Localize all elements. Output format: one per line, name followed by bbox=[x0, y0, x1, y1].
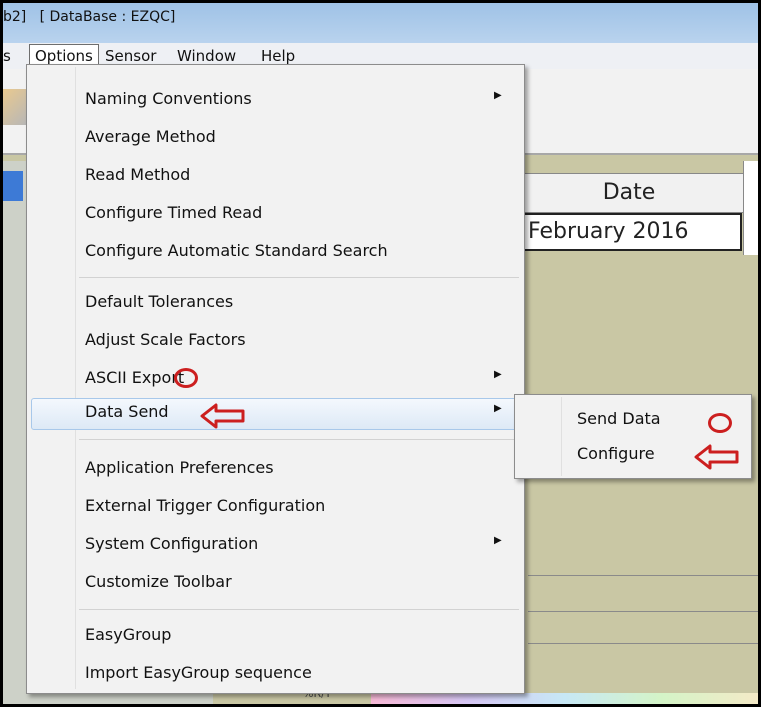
options-menu: Naming Conventions ▶ Average Method Read… bbox=[26, 64, 525, 694]
menu-item-configure-automatic-standard-search[interactable]: Configure Automatic Standard Search bbox=[27, 237, 524, 267]
menu-separator bbox=[79, 439, 519, 440]
annotation-circle-icon bbox=[174, 368, 198, 388]
menu-item-label: Configure bbox=[577, 444, 655, 463]
menu-item-customize-toolbar[interactable]: Customize Toolbar bbox=[27, 568, 524, 598]
menu-item-ascii-export[interactable]: ASCII Export ▶ bbox=[27, 364, 524, 394]
menu-item-label: EasyGroup bbox=[85, 625, 172, 644]
menu-item-label: Default Tolerances bbox=[85, 292, 234, 311]
menu-item-data-send[interactable]: Data Send ▶ bbox=[27, 398, 524, 430]
date-cell[interactable]: 3 February 2016 bbox=[513, 213, 742, 251]
spectrum-color-bar bbox=[371, 693, 758, 704]
menu-item-external-trigger-configuration[interactable]: External Trigger Configuration bbox=[27, 492, 524, 522]
annotation-arrow-icon bbox=[200, 403, 245, 429]
menu-item-label: External Trigger Configuration bbox=[85, 496, 326, 515]
annotation-arrow-icon bbox=[694, 444, 739, 470]
grid-right-edge bbox=[743, 161, 758, 255]
menu-sensor[interactable]: Sensor bbox=[105, 47, 156, 65]
menu-item-average-method[interactable]: Average Method bbox=[27, 123, 524, 153]
menu-item-label: Data Send bbox=[85, 402, 169, 421]
menu-help[interactable]: Help bbox=[261, 47, 295, 65]
menu-item-label: Naming Conventions bbox=[85, 89, 252, 108]
toolbar-button-icon[interactable] bbox=[3, 89, 27, 125]
menu-item-easygroup[interactable]: EasyGroup bbox=[27, 621, 524, 651]
menu-item-label: ASCII Export bbox=[85, 368, 185, 387]
menu-item-label: Adjust Scale Factors bbox=[85, 330, 246, 349]
menu-item-application-preferences[interactable]: Application Preferences bbox=[27, 454, 524, 484]
submenu-arrow-icon: ▶ bbox=[494, 535, 502, 546]
menu-item-label: Average Method bbox=[85, 127, 216, 146]
menu-item-read-method[interactable]: Read Method bbox=[27, 161, 524, 191]
menu-item-label: Read Method bbox=[85, 165, 191, 184]
title-bar: b2] [ DataBase : EZQC] bbox=[3, 3, 758, 43]
menu-item-label: Configure Timed Read bbox=[85, 203, 263, 222]
menu-window[interactable]: Window bbox=[177, 47, 236, 65]
menu-item-label: System Configuration bbox=[85, 534, 259, 553]
window-title: b2] [ DataBase : EZQC] bbox=[3, 9, 176, 25]
submenu-arrow-icon: ▶ bbox=[494, 403, 502, 414]
menu-item-label: Application Preferences bbox=[85, 458, 274, 477]
menu-item-label: Import EasyGroup sequence bbox=[85, 663, 312, 682]
submenu-arrow-icon: ▶ bbox=[494, 90, 502, 101]
menu-item-system-configuration[interactable]: System Configuration ▶ bbox=[27, 530, 524, 560]
menu-item-label: Send Data bbox=[577, 409, 661, 428]
left-pane-selected-item[interactable] bbox=[3, 171, 23, 201]
menu-item-configure-timed-read[interactable]: Configure Timed Read bbox=[27, 199, 524, 229]
panel-divider bbox=[528, 643, 758, 644]
panel-divider bbox=[528, 611, 758, 612]
menu-item-adjust-scale-factors[interactable]: Adjust Scale Factors bbox=[27, 326, 524, 356]
annotation-circle-icon bbox=[708, 413, 732, 433]
menu-item-naming-conventions[interactable]: Naming Conventions ▶ bbox=[27, 85, 524, 115]
panel-divider bbox=[528, 575, 758, 576]
date-cell-value: 3 February 2016 bbox=[513, 219, 689, 244]
menu-file-partial[interactable]: s bbox=[3, 47, 11, 65]
menu-item-import-easygroup-sequence[interactable]: Import EasyGroup sequence bbox=[27, 659, 524, 689]
menu-separator bbox=[79, 277, 519, 278]
menu-item-label: Configure Automatic Standard Search bbox=[85, 241, 388, 260]
menu-item-label: Customize Toolbar bbox=[85, 572, 232, 591]
menu-separator bbox=[79, 609, 519, 610]
menu-item-default-tolerances[interactable]: Default Tolerances bbox=[27, 288, 524, 318]
date-column-header[interactable]: Date bbox=[513, 173, 745, 213]
submenu-arrow-icon: ▶ bbox=[494, 369, 502, 380]
